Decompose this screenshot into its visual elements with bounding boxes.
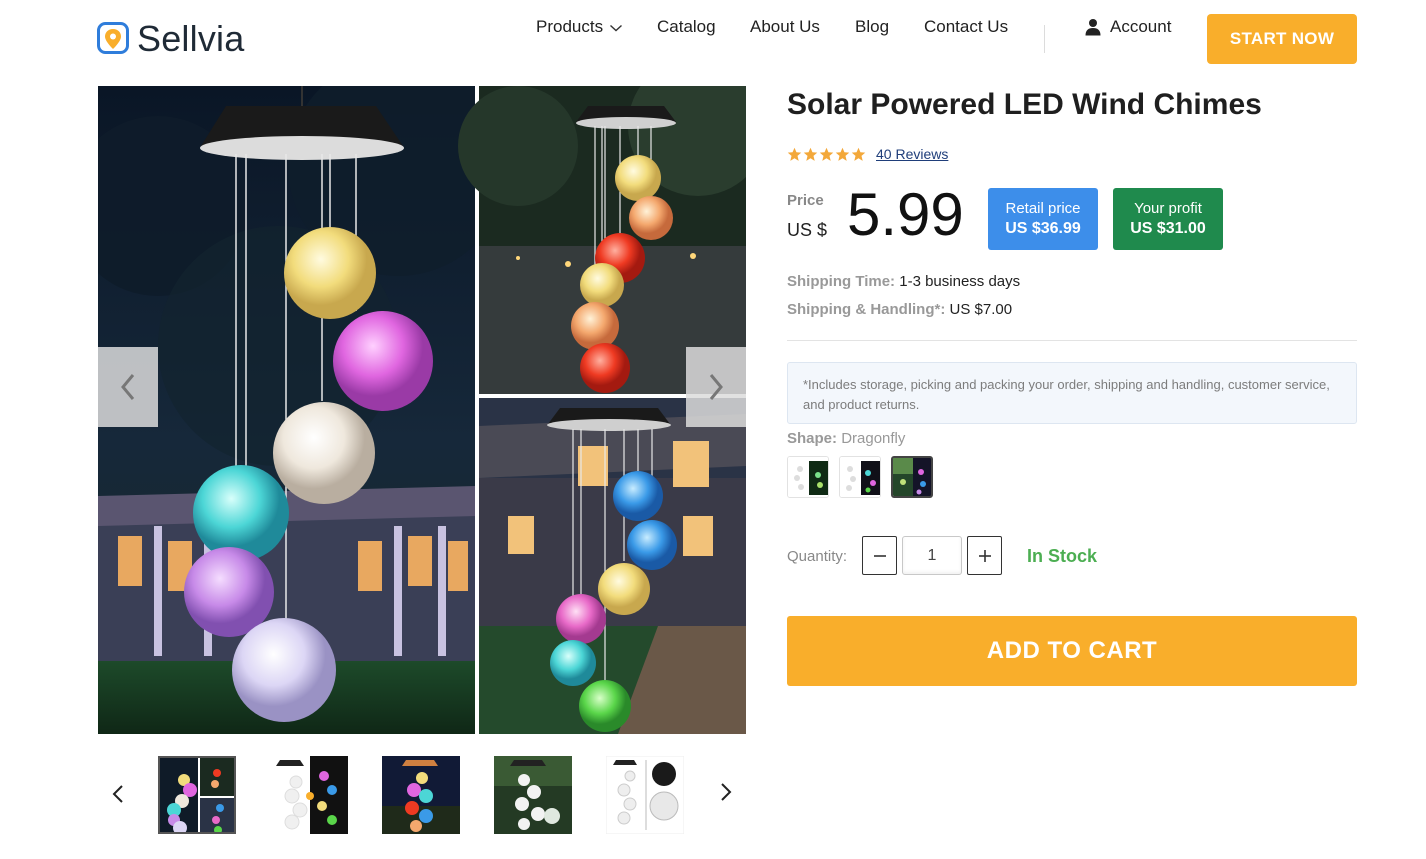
retail-price-label: Retail price (1005, 200, 1081, 217)
nav-account[interactable]: Account (1084, 17, 1171, 37)
shape-value: Dragonfly (841, 430, 906, 447)
plus-icon (978, 549, 991, 562)
quantity-input[interactable] (902, 536, 962, 575)
star-icon (835, 147, 850, 161)
nav-contact-us-label: Contact Us (924, 17, 1009, 36)
star-icon (803, 147, 818, 161)
thumbnails-prev-button[interactable] (106, 782, 130, 806)
stock-status: In Stock (1027, 546, 1098, 566)
thumbnail-2[interactable] (270, 756, 348, 834)
chevron-down-icon (610, 24, 623, 32)
star-icon (787, 147, 802, 161)
shipping-note: *Includes storage, picking and packing y… (787, 362, 1357, 424)
quantity-decrease-button[interactable] (862, 536, 897, 575)
chevron-left-icon (121, 374, 135, 400)
price-label: Price (787, 192, 824, 209)
swatch-image (788, 457, 828, 497)
thumbnail-4[interactable] (494, 756, 572, 834)
divider (787, 340, 1357, 341)
thumbnail-image (494, 756, 572, 834)
gallery-prev-button[interactable] (98, 347, 158, 427)
retail-price-value: US $36.99 (1005, 220, 1081, 237)
product-photo (98, 86, 746, 734)
chevron-right-icon (721, 783, 732, 801)
shipping-handling-label: Shipping & Handling*: (787, 301, 946, 318)
reviews-link[interactable]: 40 Reviews (876, 146, 948, 162)
brand-logo[interactable]: Sellvia (97, 21, 244, 57)
swatch-image (893, 458, 931, 496)
nav-blog-label: Blog (855, 17, 890, 36)
chevron-right-icon (709, 374, 723, 400)
swatch-image (840, 457, 880, 497)
nav-divider (1044, 25, 1045, 53)
product-title: Solar Powered LED Wind Chimes (787, 88, 1262, 121)
profit-badge: Your profit US $31.00 (1113, 188, 1223, 250)
star-icon (851, 147, 866, 161)
nav-catalog[interactable]: Catalog (657, 17, 716, 37)
nav-contact-us[interactable]: Contact Us (924, 17, 1008, 37)
shipping-handling-value: US $7.00 (949, 301, 1013, 318)
profit-label: Your profit (1134, 200, 1202, 217)
map-pin-logo-icon (97, 22, 129, 54)
shipping-time-value: 1-3 business days (899, 273, 1021, 290)
thumbnails-next-button[interactable] (714, 780, 738, 804)
product-main-image (98, 86, 746, 734)
thumbnail-3[interactable] (382, 756, 460, 834)
shipping-time-label: Shipping Time: (787, 273, 896, 290)
price-value: 5.99 (847, 181, 964, 248)
shape-label: Shape: (787, 430, 838, 447)
quantity-increase-button[interactable] (967, 536, 1002, 575)
shape-option-label: Shape: Dragonfly (787, 430, 905, 447)
profit-value: US $31.00 (1130, 220, 1206, 237)
shape-swatch-2[interactable] (839, 456, 881, 498)
nav-about-us[interactable]: About Us (750, 17, 820, 37)
quantity-label: Quantity: (787, 548, 848, 565)
star-rating (787, 147, 866, 162)
chevron-left-icon (112, 785, 123, 803)
thumbnail-image (160, 758, 234, 832)
thumbnail-image (270, 756, 348, 834)
shape-swatch-3-dragonfly[interactable] (891, 456, 933, 498)
price-currency: US $ (787, 220, 828, 240)
star-icon (819, 147, 834, 161)
nav-products-label: Products (536, 17, 604, 36)
retail-price-badge: Retail price US $36.99 (988, 188, 1098, 250)
thumbnail-strip (98, 752, 746, 838)
nav-products[interactable]: Products (536, 17, 623, 37)
thumbnail-5[interactable] (606, 756, 684, 834)
start-now-button[interactable]: START NOW (1207, 14, 1357, 64)
shape-swatch-1[interactable] (787, 456, 829, 498)
user-icon (1085, 19, 1101, 36)
nav-blog[interactable]: Blog (855, 17, 889, 37)
brand-name: Sellvia (137, 18, 245, 59)
thumbnail-1[interactable] (158, 756, 236, 834)
account-label: Account (1110, 17, 1172, 36)
site-header: Sellvia Products Catalog About Us Blog C… (0, 0, 1426, 78)
shipping-handling: Shipping & Handling*: US $7.00 (787, 301, 1012, 318)
nav-about-us-label: About Us (750, 17, 820, 36)
add-to-cart-button[interactable]: ADD TO CART (787, 616, 1357, 686)
shipping-time: Shipping Time: 1-3 business days (787, 273, 1020, 290)
thumbnail-image (606, 756, 684, 834)
minus-icon (873, 554, 886, 557)
gallery-next-button[interactable] (686, 347, 746, 427)
thumbnail-image (382, 756, 460, 834)
nav-catalog-label: Catalog (657, 17, 716, 36)
product-rating: 40 Reviews (787, 146, 948, 162)
